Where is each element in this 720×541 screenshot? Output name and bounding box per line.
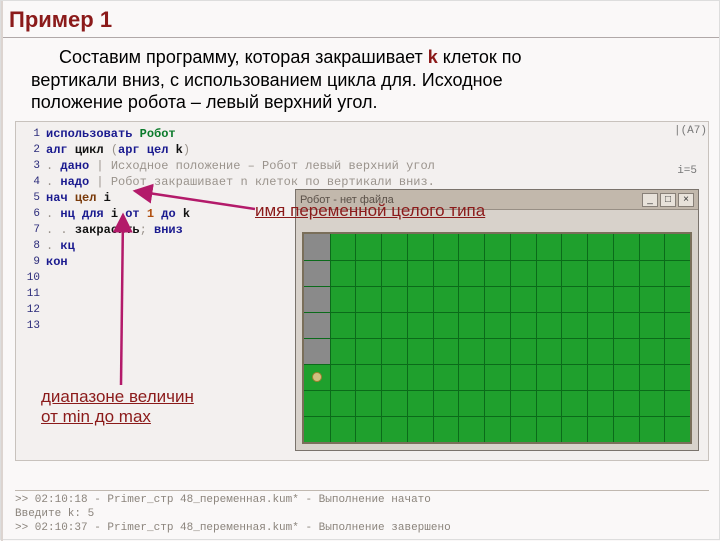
- output-line-1: >> 02:10:18 - Primer_стр 48_переменная.k…: [15, 493, 709, 507]
- code-token: алг: [46, 143, 75, 157]
- code-token: i: [104, 191, 111, 205]
- code-token: . .: [46, 223, 75, 237]
- line-number: 8: [22, 238, 40, 254]
- maximize-icon: □: [665, 194, 671, 205]
- code-token: Робот: [140, 127, 176, 141]
- task-line1a: Составим программу, которая закрашивает: [59, 47, 428, 67]
- code-token: надо: [60, 175, 89, 189]
- line-number: 5: [22, 190, 40, 206]
- code-token: | Исходное положение – Робот левый верхн…: [89, 159, 435, 173]
- code-token: (: [104, 143, 118, 157]
- task-line1b: клеток по: [438, 47, 522, 67]
- code-token: ;: [140, 223, 154, 237]
- code-row: . дано | Исходное положение – Робот левы…: [46, 158, 435, 174]
- code-row: использовать Робот: [46, 126, 435, 142]
- painted-cell: [304, 312, 330, 338]
- slide-left-border: [1, 1, 3, 541]
- painted-cell: [304, 338, 330, 364]
- line-number: 7: [22, 222, 40, 238]
- line-number: 1: [22, 126, 40, 142]
- task-line2: вертикали вниз, с использованием цикла д…: [31, 70, 503, 90]
- close-button[interactable]: ×: [678, 193, 694, 207]
- line-number: 3: [22, 158, 40, 174]
- code-token: дано: [60, 159, 89, 173]
- code-token: до: [154, 207, 183, 221]
- code-token: цел: [75, 191, 104, 205]
- code-token: закрасить: [75, 223, 140, 237]
- line-number: 13: [22, 318, 40, 334]
- grid-line-h: [304, 260, 690, 261]
- grid-line-h: [304, 286, 690, 287]
- code-token: от: [118, 207, 147, 221]
- annotation-range2: от min до max: [41, 407, 151, 427]
- line-number: 4: [22, 174, 40, 190]
- annotation-var-type: имя переменной целого типа: [255, 201, 485, 221]
- grid-line-h: [304, 390, 690, 391]
- robot-marker: [312, 372, 322, 382]
- robot-window: Робот - нет файла _ □ ×: [295, 189, 699, 451]
- minimize-icon: _: [647, 194, 653, 205]
- code-token: кц: [60, 239, 74, 253]
- task-text: Составим программу, которая закрашивает …: [1, 38, 719, 120]
- code-token: .: [46, 159, 60, 173]
- task-line3: положение робота – левый верхний угол.: [31, 92, 378, 112]
- code-token: .: [46, 239, 60, 253]
- annotation-range1: диапазоне величин: [41, 387, 194, 407]
- line-numbers: 12345678910111213: [22, 126, 40, 334]
- code-token: k: [176, 143, 183, 157]
- code-token: k: [183, 207, 190, 221]
- editor-info-i: i=5: [677, 165, 697, 177]
- line-number: 2: [22, 142, 40, 158]
- grid-line-h: [304, 364, 690, 365]
- line-number: 11: [22, 286, 40, 302]
- slide-title: Пример 1: [1, 1, 719, 38]
- close-icon: ×: [683, 194, 689, 205]
- code-token: | Робот закрашивает n клеток по вертикал…: [89, 175, 435, 189]
- code-token: .: [46, 175, 60, 189]
- output-line-2: Введите k: 5: [15, 507, 709, 521]
- code-token: арг цел: [118, 143, 176, 157]
- painted-cell: [304, 260, 330, 286]
- minimize-button[interactable]: _: [642, 193, 658, 207]
- code-token: ): [183, 143, 190, 157]
- robot-field: [302, 232, 692, 444]
- output-line-3: >> 02:10:37 - Primer_стр 48_переменная.k…: [15, 521, 709, 535]
- code-token: использовать: [46, 127, 140, 141]
- code-token: нач: [46, 191, 75, 205]
- code-row: алг цикл (арг цел k): [46, 142, 435, 158]
- code-token: кон: [46, 255, 68, 269]
- code-row: . надо | Робот закрашивает n клеток по в…: [46, 174, 435, 190]
- painted-cell: [304, 286, 330, 312]
- line-number: 9: [22, 254, 40, 270]
- line-number: 10: [22, 270, 40, 286]
- code-token: нц для: [60, 207, 110, 221]
- output-panel: >> 02:10:18 - Primer_стр 48_переменная.k…: [15, 490, 709, 535]
- line-number: 12: [22, 302, 40, 318]
- grid-line-h: [304, 338, 690, 339]
- maximize-button[interactable]: □: [660, 193, 676, 207]
- grid-line-h: [304, 416, 690, 417]
- code-token: вниз: [154, 223, 183, 237]
- code-token: 1: [147, 207, 154, 221]
- code-token: i: [111, 207, 118, 221]
- grid-line-h: [304, 312, 690, 313]
- painted-cell: [304, 234, 330, 260]
- editor-tag-right: |(A7): [674, 125, 707, 137]
- task-k: k: [428, 47, 438, 67]
- code-token: цикл: [75, 143, 104, 157]
- code-token: .: [46, 207, 60, 221]
- line-number: 6: [22, 206, 40, 222]
